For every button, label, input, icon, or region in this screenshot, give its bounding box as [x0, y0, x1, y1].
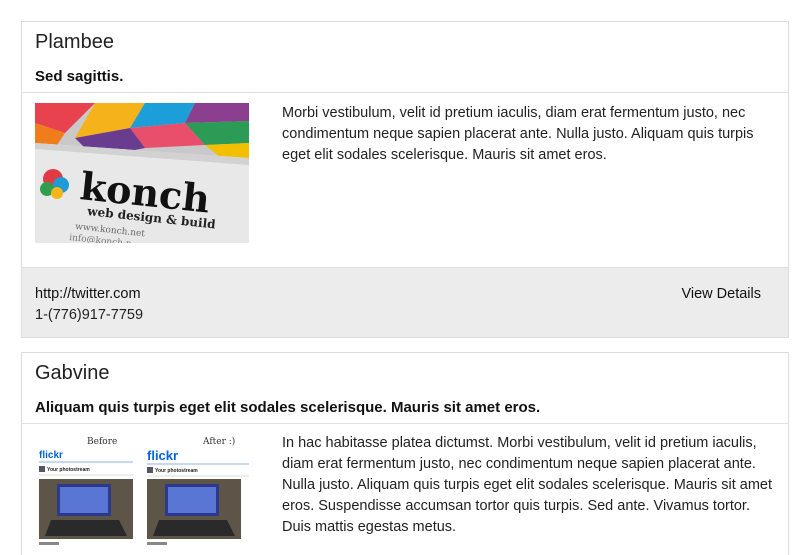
- listing-subtitle: Sed sagittis.: [35, 68, 124, 85]
- view-details-link[interactable]: View Details: [681, 284, 761, 305]
- listing-subtitle: Aliquam quis turpis eget elit sodales sc…: [35, 399, 541, 416]
- listing-title: Plambee: [35, 31, 114, 53]
- listing-website-link[interactable]: http://twitter.com: [35, 284, 775, 305]
- flickr-logo-after: flickr: [147, 448, 178, 463]
- listing-title: Gabvine: [35, 362, 110, 384]
- card-footer: http://twitter.com 1-(776)917-7759 View …: [22, 267, 788, 337]
- card-header: Gabvine Aliquam quis turpis eget elit so…: [22, 353, 788, 424]
- card-body: Before flickr Your photostream After :) …: [22, 424, 788, 555]
- listing-phone: 1-(776)917-7759: [35, 307, 144, 323]
- photostream-before: Your photostream: [47, 467, 90, 473]
- listing-description: Morbi vestibulum, velit id pretium iacul…: [282, 105, 754, 163]
- before-label: Before: [87, 437, 117, 447]
- card-body: konch web design & build www.konch.net i…: [22, 93, 788, 268]
- photostream-after: Your photostream: [155, 468, 198, 474]
- card-header: Plambee Sed sagittis.: [22, 22, 788, 93]
- listing-card-plambee: Plambee Sed sagittis. konch web design &…: [21, 21, 789, 338]
- flickr-logo-before: flickr: [39, 450, 63, 461]
- listing-image: konch web design & build www.konch.net i…: [35, 103, 249, 243]
- listing-image: Before flickr Your photostream After :) …: [35, 432, 253, 555]
- listing-card-gabvine: Gabvine Aliquam quis turpis eget elit so…: [21, 352, 789, 555]
- after-label: After :): [202, 436, 235, 447]
- listing-description: In hac habitasse platea dictumst. Morbi …: [282, 435, 773, 535]
